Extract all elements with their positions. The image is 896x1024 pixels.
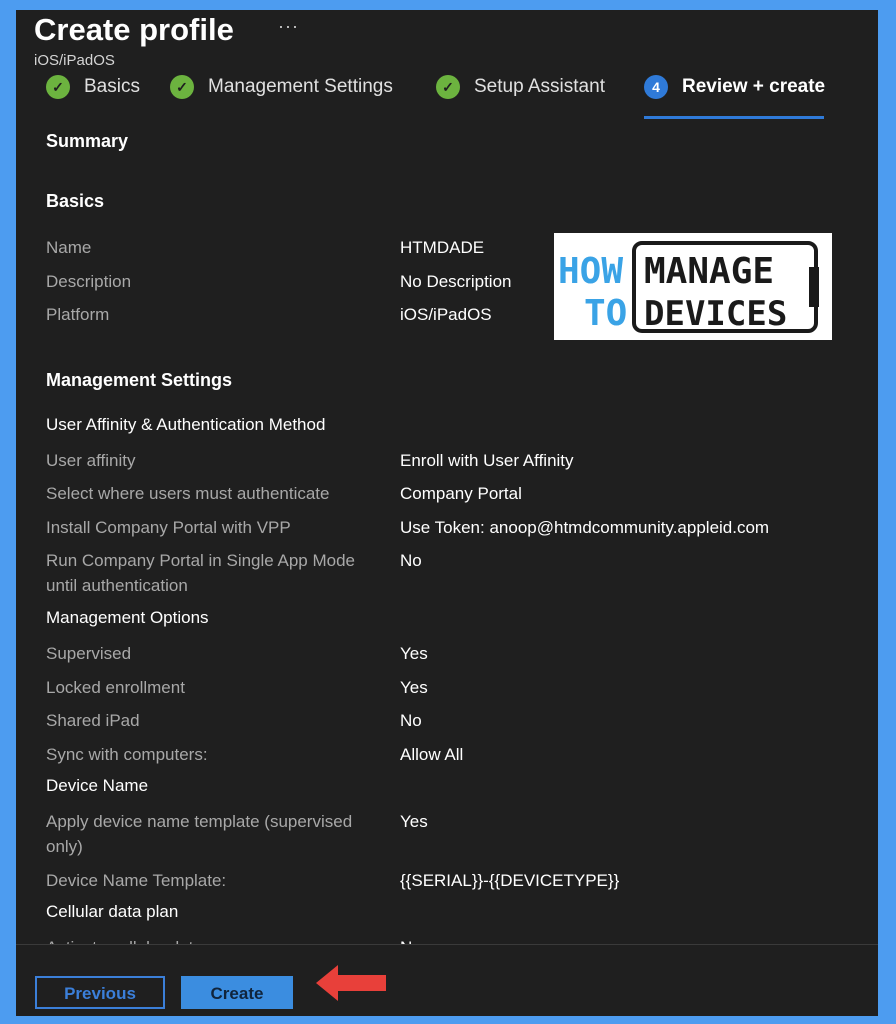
single-app-mode-value: No (400, 551, 422, 570)
name-value: HTMDADE (400, 238, 485, 257)
how-to-manage-devices-logo: HOW TO MANAGE DEVICES (554, 233, 832, 340)
summary-heading: Summary (46, 131, 129, 151)
name-template-apply-value: Yes (400, 812, 428, 831)
check-icon: ✓ (436, 75, 460, 99)
page-subtitle: iOS/iPadOS (34, 52, 115, 69)
step-label: Review + create (682, 76, 826, 97)
authenticate-value: Company Portal (400, 484, 522, 503)
locked-enrollment-label: Locked enrollment (46, 678, 185, 697)
logo-graphic: HOW TO MANAGE DEVICES (558, 241, 819, 334)
sync-computers-label: Sync with computers: (46, 745, 208, 764)
name-template-label: Device Name Template: (46, 871, 227, 890)
cellular-data-plan-heading: Cellular data plan (46, 902, 179, 921)
name-template-value: {{SERIAL}}-{{DEVICETYPE}} (400, 871, 620, 890)
vpp-label: Install Company Portal with VPP (46, 518, 291, 537)
locked-enrollment-value: Yes (400, 678, 428, 697)
step-label: Setup Assistant (474, 76, 605, 97)
management-settings-heading: Management Settings (46, 370, 233, 390)
check-icon: ✓ (170, 75, 194, 99)
authenticate-label: Select where users must authenticate (46, 484, 330, 503)
previous-button[interactable]: Previous (35, 976, 165, 1009)
name-label: Name (46, 238, 92, 257)
step-label: Management Settings (208, 76, 393, 97)
name-template-apply-label: Apply device name template (supervised o… (46, 812, 353, 856)
description-label: Description (46, 272, 132, 291)
logo-how: HOW (558, 251, 623, 292)
platform-label: Platform (46, 305, 110, 324)
logo-devices: DEVICES (644, 294, 787, 334)
active-step-underline (644, 116, 824, 119)
logo-manage: MANAGE (644, 251, 774, 292)
wizard-steps: ✓ Basics ✓ Management Settings ✓ Setup A… (16, 74, 878, 124)
wizard-footer: Previous Create (16, 944, 878, 1016)
create-button[interactable]: Create (181, 976, 293, 1009)
supervised-value: Yes (400, 644, 428, 663)
page-title: Create profile (34, 12, 234, 47)
device-name-heading: Device Name (46, 776, 149, 795)
step-number-icon: 4 (644, 75, 668, 99)
shared-ipad-value: No (400, 711, 422, 730)
user-affinity-value: Enroll with User Affinity (400, 451, 574, 470)
user-affinity-group-heading: User Affinity & Authentication Method (46, 415, 326, 434)
basics-heading: Basics (46, 191, 105, 211)
management-options-heading: Management Options (46, 608, 209, 627)
red-arrow-icon (316, 965, 386, 1001)
more-options-button[interactable]: ··· (278, 16, 299, 37)
create-profile-panel: Create profile ··· iOS/iPadOS ✓ Basics ✓… (16, 10, 878, 1016)
user-affinity-label: User affinity (46, 451, 136, 470)
check-icon: ✓ (46, 75, 70, 99)
supervised-label: Supervised (46, 644, 132, 663)
logo-to: TO (584, 293, 627, 334)
single-app-mode-label: Run Company Portal in Single App Mode un… (46, 551, 356, 595)
step-label: Basics (84, 76, 140, 97)
vpp-value: Use Token: anoop@htmdcommunity.appleid.c… (400, 518, 770, 537)
sync-computers-value: Allow All (400, 745, 464, 764)
shared-ipad-label: Shared iPad (46, 711, 140, 730)
platform-value: iOS/iPadOS (400, 305, 492, 324)
description-value: No Description (400, 272, 512, 291)
